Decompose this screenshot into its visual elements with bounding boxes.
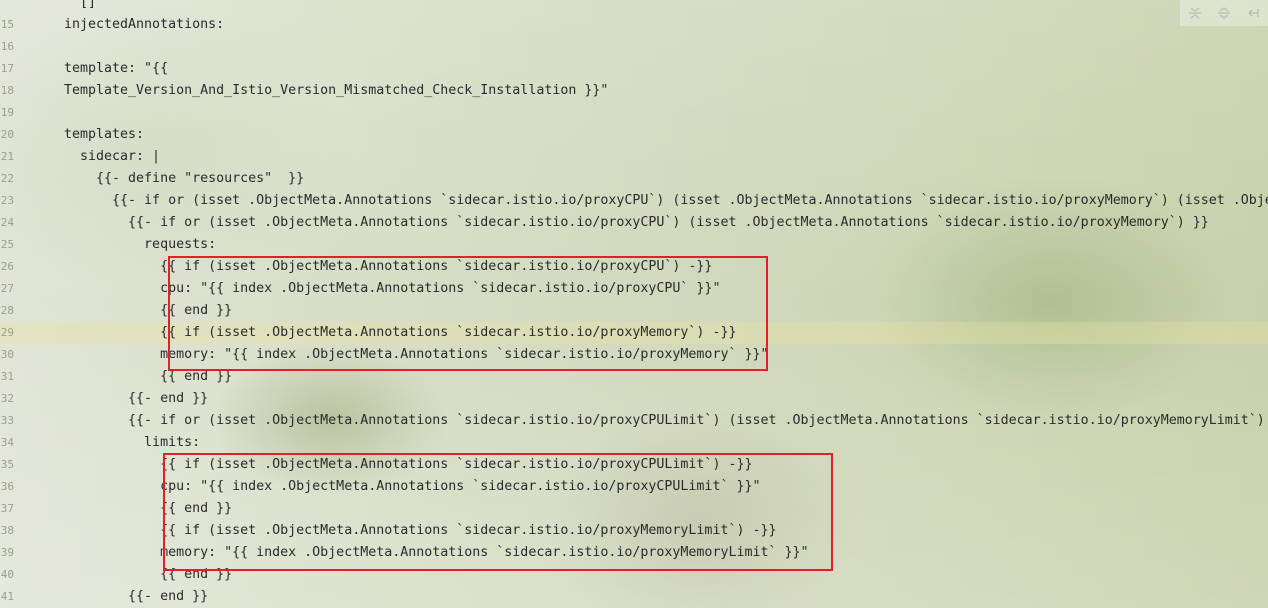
code-text[interactable]: {{- if or (isset .ObjectMeta.Annotations… bbox=[64, 410, 1268, 432]
code-text[interactable]: {{- if or (isset .ObjectMeta.Annotations… bbox=[64, 190, 1268, 212]
code-line[interactable]: 22 {{- define "resources" }} bbox=[0, 168, 1268, 190]
line-number: 31 bbox=[0, 370, 14, 383]
code-line[interactable]: 41 {{- end }} bbox=[0, 586, 1268, 608]
limits-annotation-box bbox=[163, 453, 833, 571]
line-number: 27 bbox=[0, 282, 14, 295]
line-number: 23 bbox=[0, 194, 14, 207]
code-line[interactable]: 33 {{- if or (isset .ObjectMeta.Annotati… bbox=[0, 410, 1268, 432]
line-number: 17 bbox=[0, 62, 14, 75]
line-number: 28 bbox=[0, 304, 14, 317]
line-number: 29 bbox=[0, 326, 14, 339]
line-number: 33 bbox=[0, 414, 14, 427]
line-number: 37 bbox=[0, 502, 14, 515]
code-line[interactable]: [] bbox=[0, 0, 1268, 14]
line-number: 19 bbox=[0, 106, 14, 119]
code-text[interactable]: {{- if or (isset .ObjectMeta.Annotations… bbox=[64, 212, 1209, 234]
code-line[interactable]: 18 Template_Version_And_Istio_Version_Mis… bbox=[0, 80, 1268, 102]
code-text[interactable]: requests: bbox=[64, 234, 216, 256]
code-text[interactable]: injectedAnnotations: bbox=[64, 14, 224, 36]
line-number: 34 bbox=[0, 436, 14, 449]
code-line[interactable]: 19 bbox=[0, 102, 1268, 124]
code-text[interactable]: template: "{{ bbox=[64, 58, 168, 80]
code-text[interactable]: {{- end }} bbox=[64, 586, 208, 608]
fold-all-icon[interactable] bbox=[1185, 3, 1205, 23]
line-number: 30 bbox=[0, 348, 14, 361]
code-text[interactable]: limits: bbox=[64, 432, 200, 454]
line-number: 26 bbox=[0, 260, 14, 273]
code-line[interactable]: 25 requests: bbox=[0, 234, 1268, 256]
code-text[interactable]: sidecar: | bbox=[64, 146, 160, 168]
code-line[interactable]: 16 bbox=[0, 36, 1268, 58]
editor-floating-toolbar bbox=[1180, 0, 1268, 26]
code-line[interactable]: 32 {{- end }} bbox=[0, 388, 1268, 410]
line-number: 38 bbox=[0, 524, 14, 537]
code-text[interactable]: Template_Version_And_Istio_Version_Misma… bbox=[64, 80, 608, 102]
code-line[interactable]: 15 injectedAnnotations: bbox=[0, 14, 1268, 36]
code-line[interactable]: 34 limits: bbox=[0, 432, 1268, 454]
line-number: 35 bbox=[0, 458, 14, 471]
code-line[interactable]: 17 template: "{{ bbox=[0, 58, 1268, 80]
code-text[interactable]: {{- define "resources" }} bbox=[64, 168, 304, 190]
line-number: 40 bbox=[0, 568, 14, 581]
unfold-icon[interactable] bbox=[1214, 3, 1234, 23]
line-number: 22 bbox=[0, 172, 14, 185]
collapse-arrow-icon[interactable] bbox=[1243, 3, 1263, 23]
line-number: 25 bbox=[0, 238, 14, 251]
code-text[interactable]: templates: bbox=[64, 124, 144, 146]
code-editor[interactable]: [] 15 injectedAnnotations: 16 17 template: "{… bbox=[0, 0, 1268, 608]
line-number: 39 bbox=[0, 546, 14, 559]
code-line[interactable]: 20 templates: bbox=[0, 124, 1268, 146]
code-text[interactable]: [] bbox=[64, 0, 96, 14]
line-number: 32 bbox=[0, 392, 14, 405]
line-number: 36 bbox=[0, 480, 14, 493]
line-number: 24 bbox=[0, 216, 14, 229]
line-number: 20 bbox=[0, 128, 14, 141]
code-line[interactable]: 21 sidecar: | bbox=[0, 146, 1268, 168]
code-text[interactable]: {{- end }} bbox=[64, 388, 208, 410]
line-number: 21 bbox=[0, 150, 14, 163]
line-number: 15 bbox=[0, 18, 14, 31]
line-number: 41 bbox=[0, 590, 14, 603]
code-line[interactable]: 24 {{- if or (isset .ObjectMeta.Annotati… bbox=[0, 212, 1268, 234]
line-number: 18 bbox=[0, 84, 14, 97]
line-number: 16 bbox=[0, 40, 14, 53]
code-line[interactable]: 23 {{- if or (isset .ObjectMeta.Annotati… bbox=[0, 190, 1268, 212]
requests-annotation-box bbox=[168, 256, 768, 371]
